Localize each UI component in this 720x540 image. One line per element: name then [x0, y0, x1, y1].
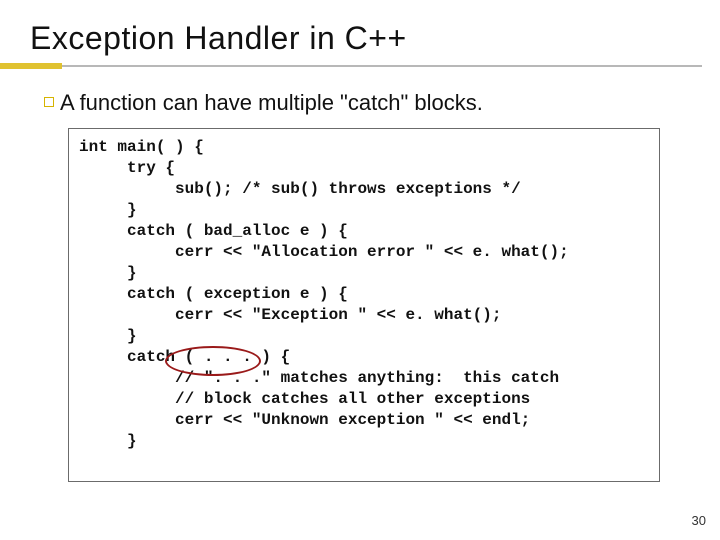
accent-bar	[0, 63, 62, 69]
square-bullet-icon	[44, 97, 54, 107]
code-block: int main( ) { try { sub(); /* sub() thro…	[68, 128, 660, 482]
page-number: 30	[692, 513, 706, 528]
title-area: Exception Handler in C++	[30, 20, 690, 69]
bullet-text: A function can have multiple "catch" blo…	[60, 90, 483, 116]
divider-line	[62, 65, 702, 67]
bullet-item: A function can have multiple "catch" blo…	[44, 90, 684, 116]
slide-title: Exception Handler in C++	[30, 20, 690, 57]
code-text: int main( ) { try { sub(); /* sub() thro…	[79, 137, 649, 452]
title-underline	[30, 63, 690, 69]
slide: Exception Handler in C++ A function can …	[0, 0, 720, 540]
